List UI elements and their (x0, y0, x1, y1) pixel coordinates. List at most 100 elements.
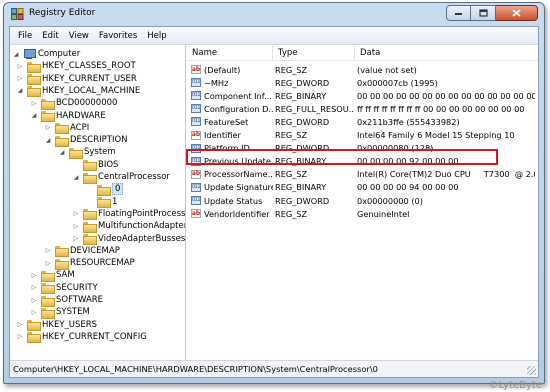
value-row[interactable]: ab (Default) REG_SZ (value not set) (187, 63, 538, 76)
tree-item[interactable]: ◢ Computer (12, 48, 80, 60)
value-row[interactable]: 011 Component Inf... REG_BINARY 00 00 00 00… (187, 89, 538, 102)
expand-arrow-icon[interactable]: ▷ (16, 321, 24, 329)
tree-item-label: HKEY_CURRENT_USER (42, 73, 137, 84)
tree-item[interactable]: BIOS (72, 159, 119, 172)
column-header-data[interactable]: Data (355, 46, 538, 60)
value-row[interactable]: 011 Update Status REG_DWORD 0x00000000 (0) (187, 194, 538, 207)
client-area: File Edit View Favorites Help ◢ Computer ▷… (9, 26, 539, 378)
value-row[interactable]: 011 ~MHz REG_DWORD 0x000007cb (1995) (187, 76, 538, 89)
value-row[interactable]: ab Identifier REG_SZ Intel64 Family 6 Model… (187, 129, 538, 142)
expand-arrow-icon[interactable]: ▷ (30, 271, 38, 279)
expand-arrow-icon[interactable]: ▷ (44, 259, 52, 267)
tree-item-label: HKEY_CLASSES_ROOT (42, 61, 136, 72)
tree-item[interactable]: ▷ SECURITY (30, 282, 98, 295)
value-name-cell: 011 Update Status (191, 194, 273, 207)
folder-icon (41, 307, 55, 319)
collapse-arrow-icon[interactable]: ◢ (58, 148, 66, 156)
tree-item[interactable]: ▷ ACPI (44, 122, 89, 135)
column-header-name[interactable]: Name (187, 46, 273, 60)
value-name-cell: ab (Default) (191, 63, 273, 76)
tree-item[interactable]: 1 (86, 196, 117, 209)
minimize-button[interactable] (446, 5, 471, 21)
minimize-icon (455, 13, 462, 15)
expand-arrow-icon[interactable]: ▷ (72, 222, 80, 230)
folder-icon (41, 295, 55, 307)
list-header: Name Type Data (187, 46, 538, 61)
menu-view[interactable]: View (64, 31, 94, 41)
tree-item[interactable]: ▷ FloatingPointProcessor (72, 208, 185, 221)
value-data: ff ff ff ff ff ff ff ff 00 00 00 00 00 0… (357, 103, 525, 114)
tree-item[interactable]: ▷ SAM (30, 269, 75, 282)
expand-arrow-icon[interactable]: ▷ (30, 284, 38, 292)
expand-arrow-icon[interactable]: ▷ (44, 124, 52, 132)
value-type: REG_DWORD (275, 195, 330, 206)
expand-arrow-icon[interactable]: ▷ (30, 99, 38, 107)
expand-arrow-icon[interactable]: ▷ (30, 308, 38, 316)
expand-arrow-icon[interactable]: ▷ (16, 62, 24, 70)
tree-item[interactable]: ▷ HKEY_CURRENT_CONFIG (16, 331, 147, 344)
collapse-arrow-icon[interactable]: ◢ (16, 87, 24, 95)
tree-item-label: MultifunctionAdapter (98, 221, 186, 232)
expand-arrow-icon[interactable]: ▷ (72, 210, 80, 218)
value-row[interactable]: ab ProcessorName... REG_SZ Intel(R) Core(TM… (187, 168, 538, 181)
value-name-cell: 011 ~MHz (191, 76, 273, 89)
column-header-type[interactable]: Type (273, 46, 355, 60)
expand-arrow-icon[interactable]: ▷ (30, 296, 38, 304)
tree-item-label: BCD00000000 (56, 98, 118, 109)
value-row[interactable]: 011 Update Signature REG_BINARY 00 00 00 00… (187, 181, 538, 194)
maximize-button[interactable] (471, 5, 496, 21)
tree-item[interactable]: ▷ RESOURCEMAP (44, 257, 135, 270)
folder-icon (83, 221, 97, 233)
tree-item[interactable]: ▷ BCD00000000 (30, 97, 118, 110)
tree-item[interactable]: ▷ HKEY_USERS (16, 319, 97, 332)
expand-arrow-icon[interactable]: ▷ (16, 333, 24, 341)
value-name: Component Inf... (204, 90, 272, 101)
menu-file[interactable]: File (13, 31, 37, 41)
value-name: (Default) (204, 64, 241, 75)
menu-help[interactable]: Help (142, 31, 171, 41)
binary-value-icon: 011 (191, 91, 201, 101)
value-data: 0x211b3ffe (555433982) (357, 116, 460, 127)
value-row[interactable]: 011 FeatureSet REG_DWORD 0x211b3ffe (555433… (187, 115, 538, 128)
string-value-icon: ab (191, 130, 201, 140)
collapse-arrow-icon[interactable]: ◢ (30, 112, 38, 120)
tree-item[interactable]: ▷ VideoAdapterBusses (72, 233, 185, 245)
value-name-cell: 011 Update Signature (191, 181, 273, 194)
expand-arrow-icon[interactable]: ▷ (72, 235, 80, 243)
resize-grip-icon[interactable] (527, 366, 536, 375)
tree-item[interactable]: 0 (86, 183, 124, 196)
values-list-pane[interactable]: Name Type Data ab (Default) REG_SZ (value n… (187, 46, 538, 360)
expand-arrow-icon[interactable]: ▷ (16, 75, 24, 83)
tree-item[interactable]: ◢ HARDWARE (30, 110, 106, 122)
key-tree-pane[interactable]: ◢ Computer ▷ HKEY_CLASSES_ROOT ▷ HKEY_CURRENT… (10, 46, 186, 360)
title-bar[interactable]: Registry Editor (4, 3, 544, 25)
tree-item[interactable]: ▷ HKEY_CLASSES_ROOT (16, 60, 136, 73)
tree-item[interactable]: ▷ MultifunctionAdapter (72, 220, 186, 233)
value-type: REG_DWORD (275, 77, 330, 88)
tree-item[interactable]: ▷ SOFTWARE (30, 294, 103, 307)
value-name-cell: 011 Component Inf... (191, 89, 273, 102)
value-row[interactable]: 011 Configuration D... REG_FULL_RESOU... ff… (187, 102, 538, 115)
collapse-arrow-icon[interactable]: ◢ (72, 173, 80, 181)
menu-favorites[interactable]: Favorites (94, 31, 142, 41)
folder-icon (27, 86, 41, 98)
collapse-arrow-icon[interactable]: ◢ (12, 50, 20, 58)
tree-item[interactable]: ◢ CentralProcessor (72, 171, 170, 184)
value-type: REG_FULL_RESOU... (275, 103, 353, 114)
tree-item-label: BIOS (98, 159, 119, 170)
folder-icon (41, 283, 55, 295)
value-row[interactable]: ab VendorIdentifier REG_SZ GenuineIntel (187, 207, 538, 220)
tree-item[interactable]: ◢ HKEY_LOCAL_MACHINE (16, 85, 140, 98)
tree-item[interactable]: ◢ DESCRIPTION (44, 134, 128, 147)
tree-item[interactable]: ▷ HKEY_CURRENT_USER (16, 73, 137, 86)
tree-item[interactable]: ▷ SYSTEM (30, 306, 90, 319)
tree-item[interactable]: ◢ System (58, 146, 116, 159)
tree-item[interactable]: ▷ DEVICEMAP (44, 245, 120, 258)
value-name: Identifier (204, 130, 241, 140)
expand-arrow-icon[interactable]: ▷ (44, 247, 52, 255)
close-button[interactable] (496, 5, 538, 21)
menu-edit[interactable]: Edit (37, 31, 63, 41)
menu-bar: File Edit View Favorites Help (10, 27, 538, 45)
folder-icon (83, 234, 97, 245)
collapse-arrow-icon[interactable]: ◢ (44, 136, 52, 144)
